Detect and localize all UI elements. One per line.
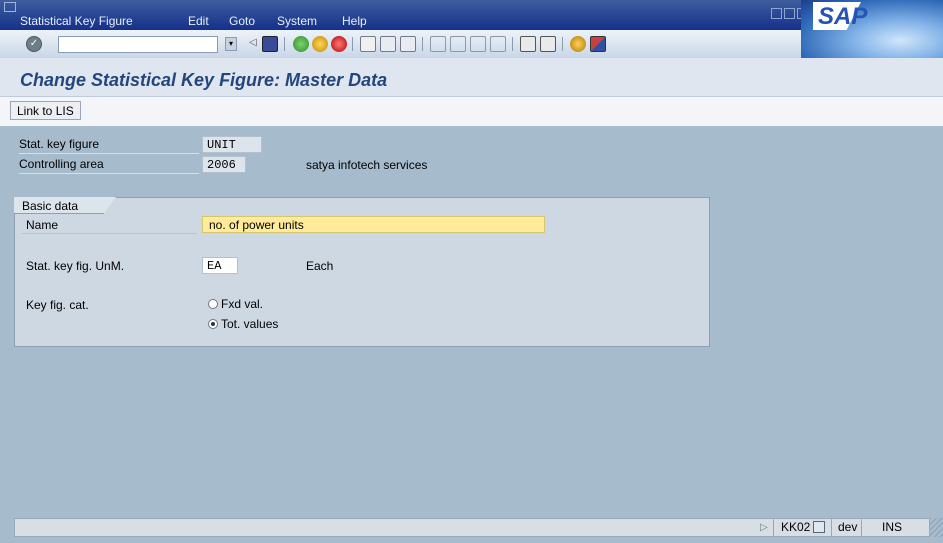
application-toolbar [0,97,943,127]
menu-goto[interactable]: Goto [229,14,255,28]
stat-key-figure-field: UNIT [202,136,262,153]
toolbar-separator [284,37,285,51]
menu-statistical-key-figure[interactable]: Statistical Key Figure [20,14,133,28]
customize-layout-icon[interactable] [590,36,606,52]
cancel-icon[interactable] [331,36,347,52]
status-divider [831,519,832,536]
find-icon[interactable] [380,36,396,52]
create-session-icon[interactable] [520,36,536,52]
status-divider [773,519,774,536]
stat-key-figure-label: Stat. key figure [19,136,199,154]
controlling-area-description: satya infotech services [306,158,428,172]
transaction-code: KK02 [781,520,811,534]
menu-system[interactable]: System [277,14,317,28]
command-history-dropdown-icon[interactable]: ▾ [225,37,237,51]
name-input[interactable]: no. of power units [202,216,545,233]
resize-grip[interactable] [930,518,943,537]
unit-label: Stat. key fig. UnM. [26,259,125,273]
status-divider [861,519,862,536]
fixed-value-label[interactable]: Fxd val. [221,297,263,311]
print-icon[interactable] [360,36,376,52]
unit-description: Each [306,259,334,273]
fixed-value-radio[interactable] [208,299,218,309]
generate-shortcut-icon[interactable] [540,36,556,52]
key-figure-category-label: Key fig. cat. [26,298,89,312]
group-tab-divider [14,213,104,214]
toolbar-separator [422,37,423,51]
link-to-lis-button[interactable]: Link to LIS [10,101,81,120]
system-name: dev [838,520,858,534]
last-page-icon[interactable] [490,36,506,52]
status-expand-icon[interactable]: ▷ [760,520,768,535]
controlling-area-field: 2006 [202,156,246,173]
total-values-radio[interactable] [208,319,218,329]
next-page-icon[interactable] [470,36,486,52]
previous-page-icon[interactable] [450,36,466,52]
find-next-icon[interactable] [400,36,416,52]
back-icon[interactable] [293,36,309,52]
command-field[interactable] [58,36,218,53]
name-label: Name [26,218,59,232]
minimize-icon[interactable] [771,8,782,19]
help-icon[interactable] [570,36,586,52]
toolbar-separator [562,37,563,51]
controlling-area-label: Controlling area [19,156,199,174]
menu-help[interactable]: Help [342,14,367,28]
maximize-icon[interactable] [784,8,795,19]
system-menu-icon[interactable] [4,2,16,12]
toolbar-separator [512,37,513,51]
exit-icon[interactable] [312,36,328,52]
sap-logo: SAP [818,3,868,30]
unit-input[interactable]: EA [202,257,238,274]
menu-edit[interactable]: Edit [188,14,209,28]
first-page-icon[interactable] [430,36,446,52]
toolbar-separator [352,37,353,51]
name-label-underline [22,233,197,234]
basic-data-title: Basic data [22,199,79,213]
page-title: Change Statistical Key Figure: Master Da… [20,70,388,90]
insert-mode[interactable]: INS [882,520,902,535]
back-arrow-icon[interactable]: ◁ [249,37,257,48]
total-values-label[interactable]: Tot. values [221,317,278,331]
enter-check-icon[interactable]: ✓ [26,36,42,52]
save-icon[interactable] [262,36,278,52]
server-info-icon[interactable] [813,521,825,533]
